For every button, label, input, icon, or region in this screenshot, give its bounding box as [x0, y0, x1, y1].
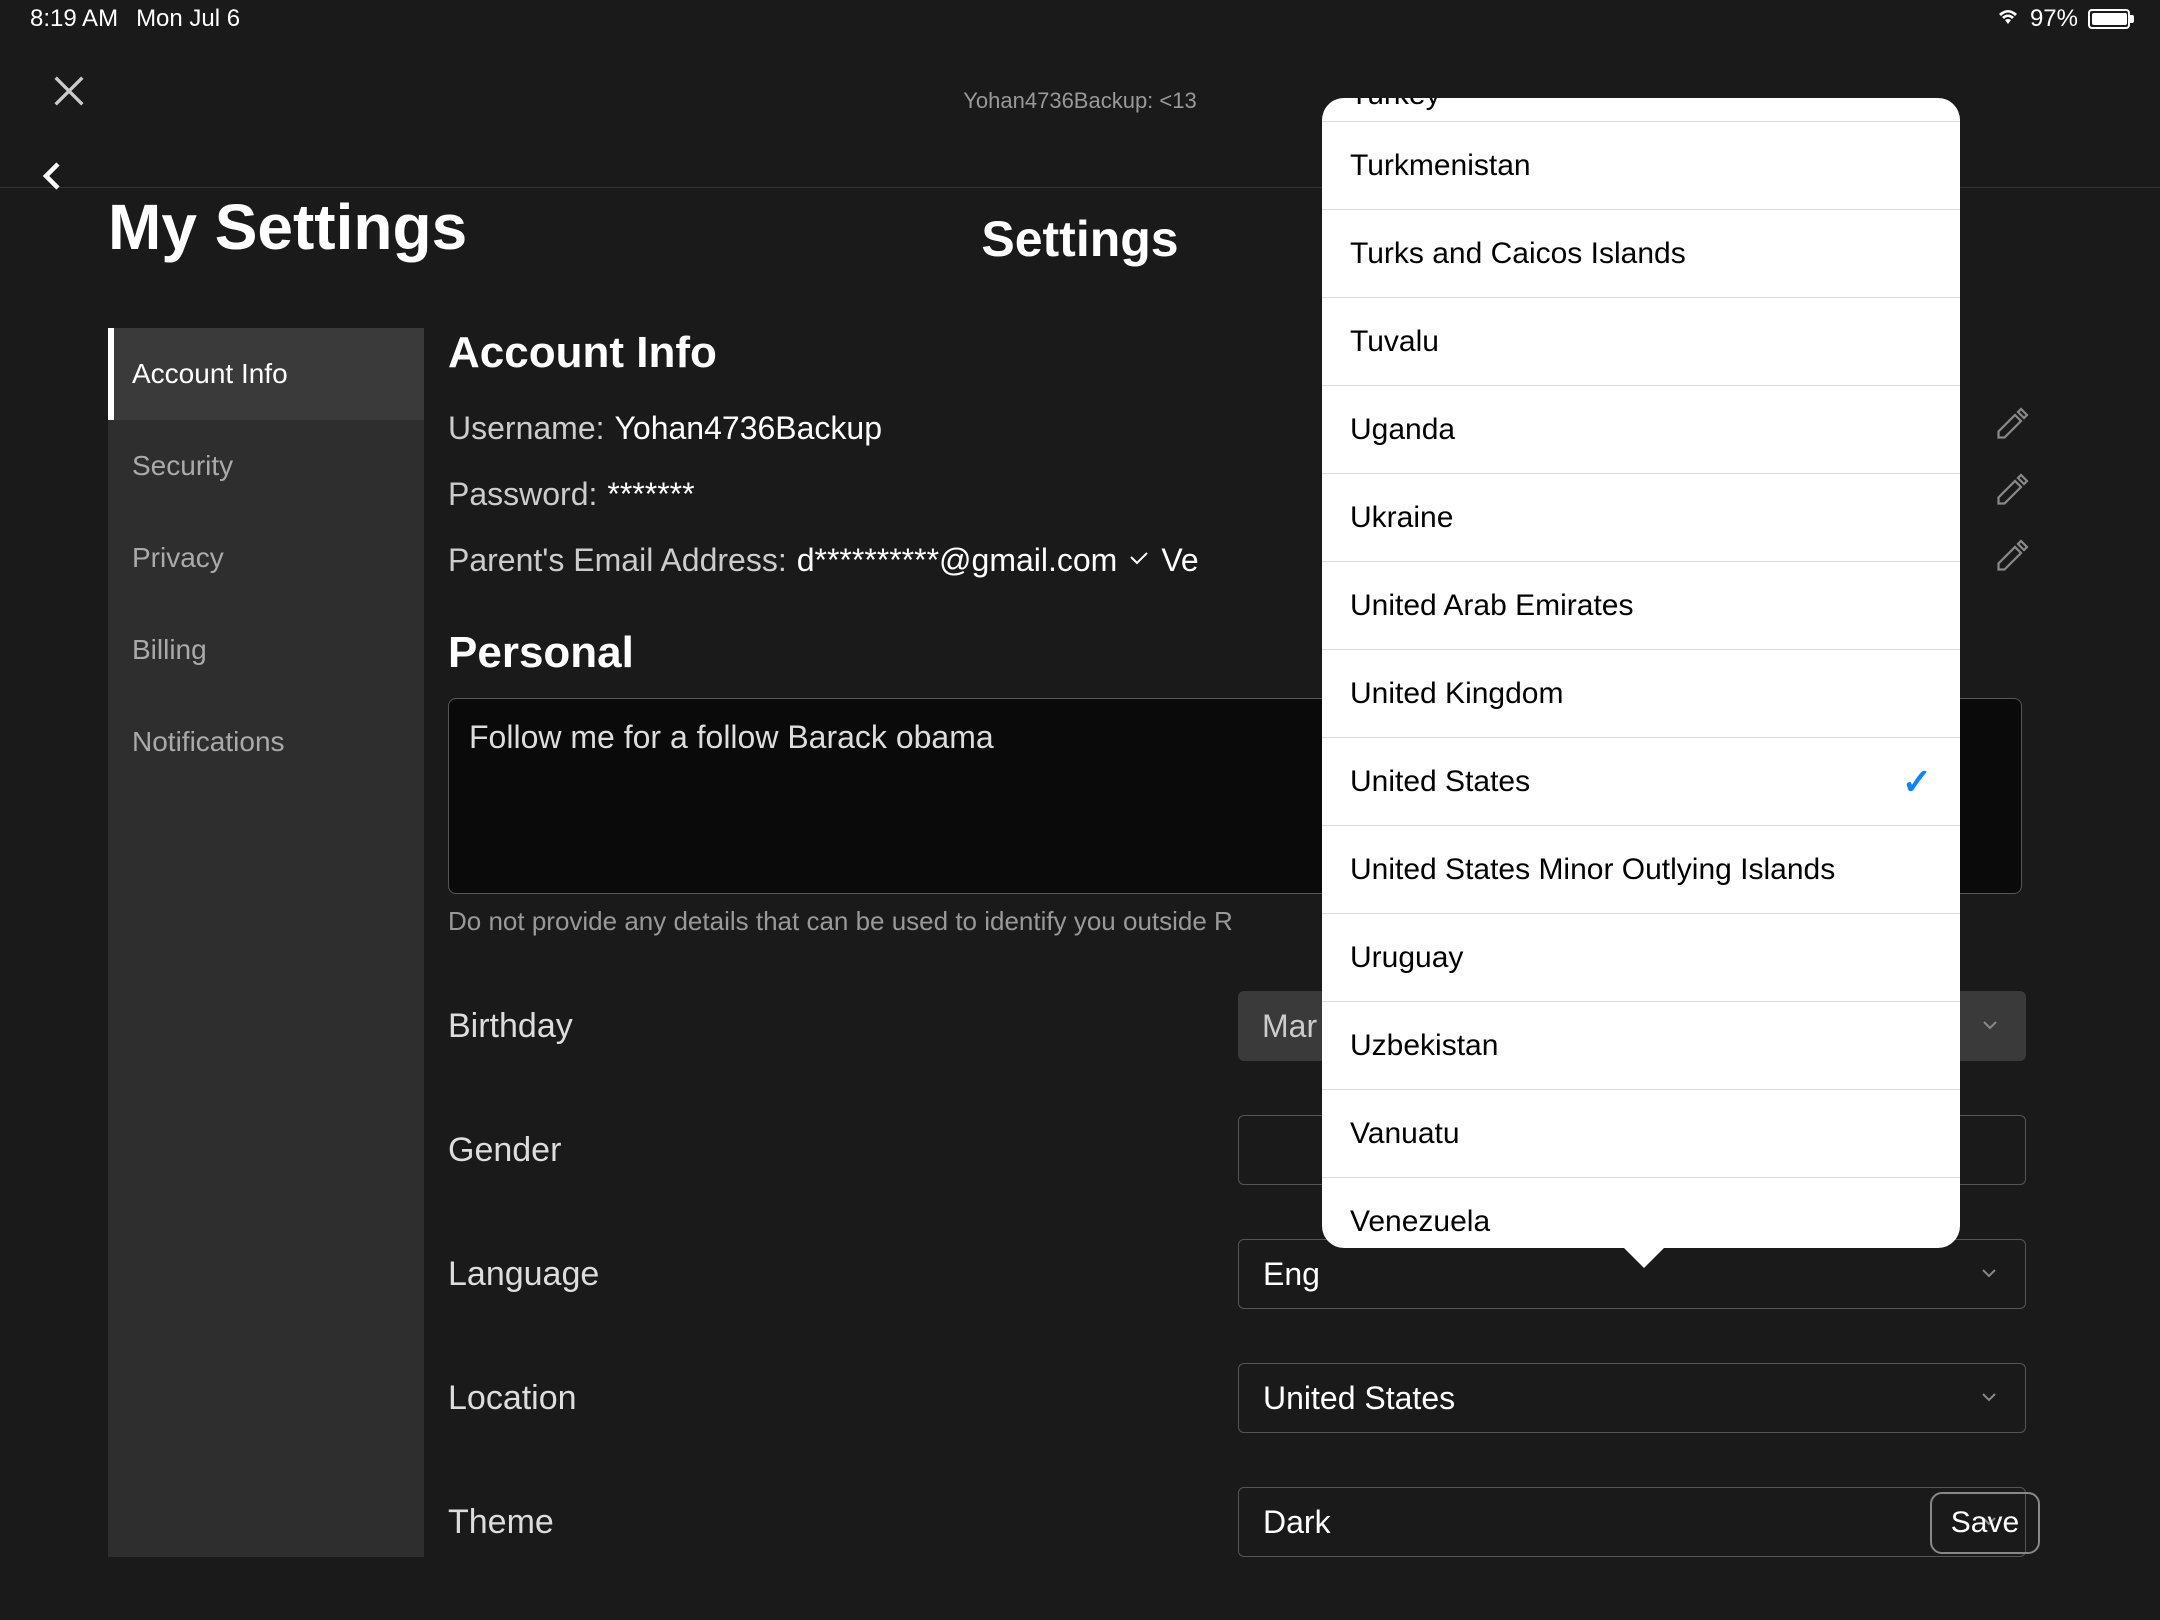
chevron-down-icon [1978, 1008, 2002, 1045]
location-select[interactable]: United States [1238, 1363, 2026, 1433]
sidebar-item-account-info[interactable]: Account Info [108, 328, 424, 420]
language-value: Eng [1263, 1256, 1320, 1293]
edit-username-button[interactable] [1994, 406, 2030, 450]
gender-label: Gender [448, 1131, 1238, 1170]
dropdown-item[interactable]: Turkey [1322, 98, 1960, 122]
sidebar-item-label: Privacy [132, 542, 224, 573]
dropdown-label: United Arab Emirates [1350, 589, 1633, 623]
dropdown-item[interactable]: Uruguay [1322, 914, 1960, 1002]
status-bar: 8:19 AM Mon Jul 6 97% [0, 0, 2160, 38]
dropdown-label: United States Minor Outlying Islands [1350, 853, 1835, 887]
edit-parent-email-button[interactable] [1994, 538, 2030, 582]
dropdown-item[interactable]: Tuvalu [1322, 298, 1960, 386]
dropdown-label: Turkey [1350, 98, 1441, 112]
location-label: Location [448, 1379, 1238, 1418]
dropdown-label: Turkmenistan [1350, 149, 1531, 183]
parent-email-label: Parent's Email Address: [448, 542, 787, 579]
sidebar-item-label: Notifications [132, 726, 285, 757]
back-button[interactable] [34, 158, 70, 199]
wifi-icon [1996, 5, 2020, 33]
birthday-value: Mar [1262, 1008, 1317, 1045]
sidebar-item-billing[interactable]: Billing [108, 604, 424, 696]
dropdown-label: Venezuela [1350, 1205, 1490, 1239]
sidebar-item-label: Account Info [132, 358, 288, 389]
username-value: Yohan4736Backup [615, 410, 883, 447]
language-label: Language [448, 1255, 1238, 1294]
dropdown-item[interactable]: United States Minor Outlying Islands [1322, 826, 1960, 914]
dropdown-item[interactable]: Uzbekistan [1322, 1002, 1960, 1090]
close-button[interactable] [44, 66, 94, 116]
theme-value: Dark [1263, 1504, 1331, 1541]
dropdown-item[interactable]: Venezuela [1322, 1178, 1960, 1248]
theme-label: Theme [448, 1503, 1238, 1542]
dropdown-label: Uganda [1350, 413, 1455, 447]
sidebar-item-notifications[interactable]: Notifications [108, 696, 424, 788]
dropdown-item[interactable]: Turks and Caicos Islands [1322, 210, 1960, 298]
dropdown-label: Tuvalu [1350, 325, 1439, 359]
dropdown-label: United Kingdom [1350, 677, 1563, 711]
sidebar: Account Info Security Privacy Billing No… [108, 328, 424, 1557]
edit-password-button[interactable] [1994, 472, 2030, 516]
save-button[interactable]: Save [1930, 1492, 2040, 1554]
location-value: United States [1263, 1380, 1455, 1417]
dropdown-item[interactable]: Turkmenistan [1322, 122, 1960, 210]
dropdown-label: Uzbekistan [1350, 1029, 1498, 1063]
dropdown-item[interactable]: United Arab Emirates [1322, 562, 1960, 650]
dropdown-item[interactable]: United Kingdom [1322, 650, 1960, 738]
dropdown-label: Uruguay [1350, 941, 1463, 975]
battery-percent: 97% [2030, 5, 2078, 33]
location-dropdown: Turkey Turkmenistan Turks and Caicos Isl… [1322, 98, 1960, 1248]
chevron-down-icon [1977, 1380, 2001, 1417]
dropdown-item[interactable]: United States ✓ [1322, 738, 1960, 826]
chevron-down-icon [1977, 1256, 2001, 1293]
check-icon: ✓ [1902, 761, 1932, 803]
theme-select[interactable]: Dark [1238, 1487, 2026, 1557]
dropdown-label: Turks and Caicos Islands [1350, 237, 1686, 271]
dropdown-label: Vanuatu [1350, 1117, 1460, 1151]
sidebar-item-privacy[interactable]: Privacy [108, 512, 424, 604]
status-time: 8:19 AM [30, 5, 118, 33]
verified-text: Ve [1161, 542, 1198, 579]
my-settings-heading: My Settings [108, 190, 467, 264]
username-label: Username: [448, 410, 605, 447]
bio-text: Follow me for a follow Barack obama [469, 719, 994, 755]
dropdown-item[interactable]: Ukraine [1322, 474, 1960, 562]
parent-email-value: d**********@gmail.com [797, 542, 1118, 579]
dropdown-label: United States [1350, 765, 1530, 799]
dropdown-item[interactable]: Vanuatu [1322, 1090, 1960, 1178]
dropdown-item[interactable]: Uganda [1322, 386, 1960, 474]
password-label: Password: [448, 476, 597, 513]
status-date: Mon Jul 6 [136, 5, 240, 33]
birthday-label: Birthday [448, 1007, 1238, 1046]
battery-icon [2088, 9, 2130, 29]
sidebar-item-security[interactable]: Security [108, 420, 424, 512]
dropdown-arrow [1620, 1244, 1668, 1268]
sidebar-item-label: Security [132, 450, 233, 481]
sidebar-item-label: Billing [132, 634, 207, 665]
verified-check-icon [1127, 542, 1151, 579]
dropdown-label: Ukraine [1350, 501, 1453, 535]
password-value: ******* [607, 476, 694, 513]
